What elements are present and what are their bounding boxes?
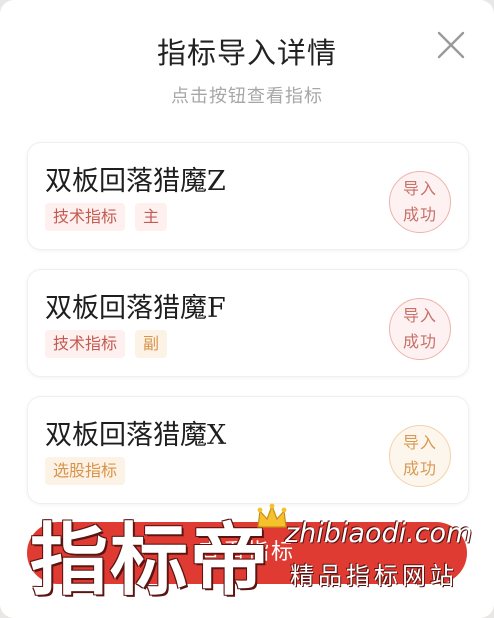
dialog-subtitle: 点击按钮查看指标 <box>171 86 323 107</box>
indicator-card[interactable]: 双板回落猎魔Z 技术指标 主 导入 成功 <box>27 142 469 250</box>
indicator-name: 双板回落猎魔X <box>45 420 227 451</box>
close-icon <box>437 31 465 59</box>
watermark-brand: 指标帝 <box>30 516 271 606</box>
indicator-name: 双板回落猎魔Z <box>45 166 226 197</box>
indicator-tags: 选股指标 <box>45 457 126 485</box>
import-status-badge: 导入 成功 <box>389 298 451 360</box>
watermark-slogan: 精品指标网站 <box>290 562 458 590</box>
indicator-name: 双板回落猎魔F <box>45 293 226 324</box>
status-text-line1: 导入 <box>402 306 437 325</box>
indicator-card[interactable]: 双板回落猎魔X 选股指标 导入 成功 <box>27 396 469 504</box>
close-button[interactable] <box>434 28 468 62</box>
import-status-badge: 导入 成功 <box>389 425 451 487</box>
import-details-dialog: 指标导入详情 点击按钮查看指标 双板回落猎魔Z 技术指标 主 导入 成功 双板回… <box>0 0 494 618</box>
status-text-line2: 成功 <box>402 205 437 224</box>
status-text-line1: 导入 <box>402 433 437 452</box>
status-text-line2: 成功 <box>402 459 437 478</box>
dialog-title: 指标导入详情 <box>156 36 337 70</box>
tag-indicator-type: 技术指标 <box>45 203 126 231</box>
tag-chart-position: 主 <box>135 203 168 231</box>
tag-indicator-type: 选股指标 <box>45 457 126 485</box>
watermark-url: zhibiaodi.com <box>285 518 473 549</box>
status-text-line1: 导入 <box>402 179 437 198</box>
indicator-tags: 技术指标 副 <box>45 330 168 358</box>
indicator-card[interactable]: 双板回落猎魔F 技术指标 副 导入 成功 <box>27 269 469 377</box>
tag-chart-position: 副 <box>135 330 168 358</box>
tag-indicator-type: 技术指标 <box>45 330 126 358</box>
import-status-badge: 导入 成功 <box>389 171 451 233</box>
status-text-line2: 成功 <box>402 332 437 351</box>
crown-icon <box>257 503 287 528</box>
indicator-tags: 技术指标 主 <box>45 203 168 231</box>
